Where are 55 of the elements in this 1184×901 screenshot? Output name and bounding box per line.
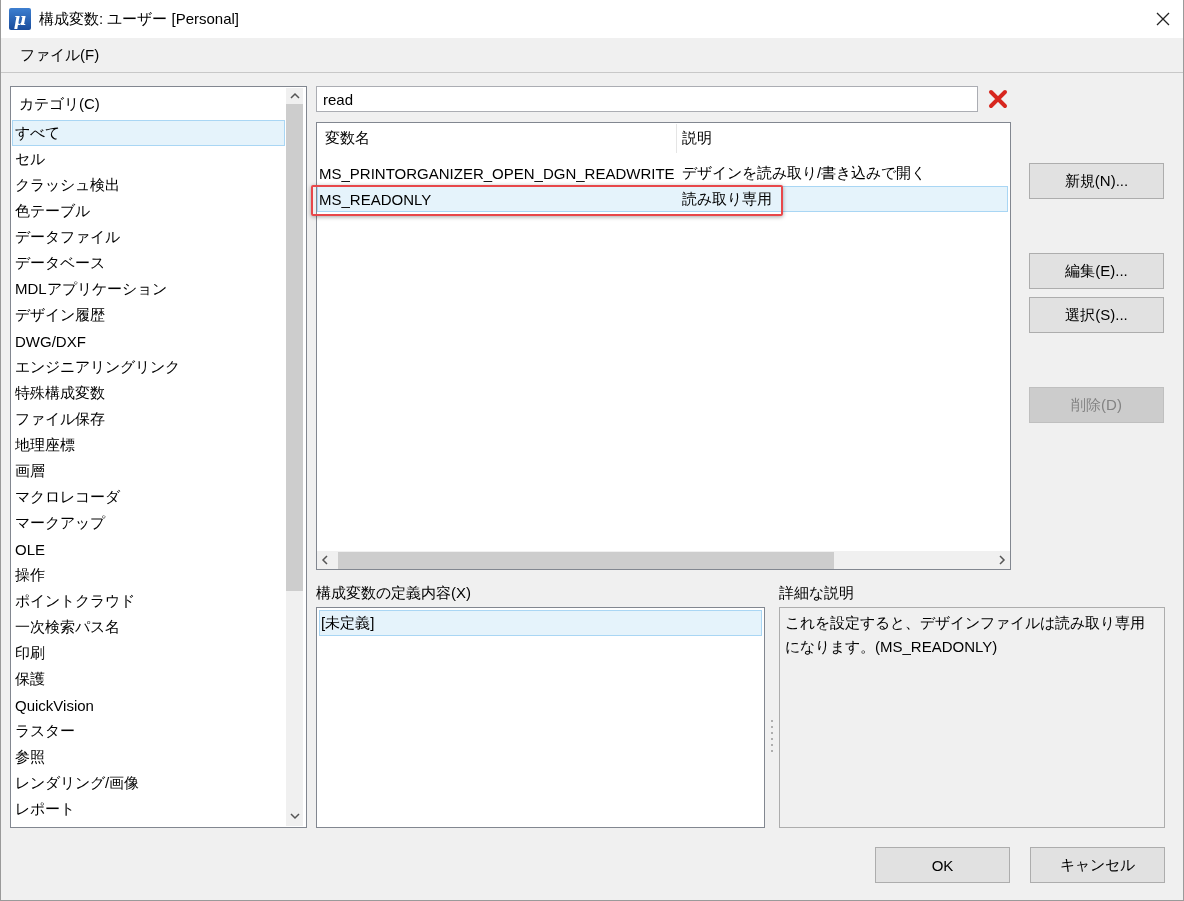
category-item[interactable]: 操作 [12,562,285,588]
category-item[interactable]: MDLアプリケーション [12,276,285,302]
category-item[interactable]: ファイル保存 [12,406,285,432]
table-cell-text: デザインを読み取り/書き込みで開く [681,163,927,183]
category-item[interactable]: 参照 [12,744,285,770]
scrollbar-thumb[interactable] [286,104,303,591]
category-item[interactable]: 特殊構成変数 [12,380,285,406]
horizontal-scrollbar[interactable] [317,551,1010,569]
category-item[interactable]: ポイントクラウド [12,588,285,614]
category-item[interactable]: QuickVision [12,692,285,718]
category-item[interactable]: 地理座標 [12,432,285,458]
category-item[interactable]: すべて [12,120,285,146]
category-item[interactable]: セル [12,146,285,172]
category-item[interactable]: データベース [12,250,285,276]
side-button[interactable]: 編集(E)... [1029,253,1164,289]
category-item[interactable]: クラッシュ検出 [12,172,285,198]
table-row[interactable]: MS_PRINTORGANIZER_OPEN_DGN_READWRITE デザインを読み取り/書き込みで開く [317,160,1008,186]
window-title: 構成変数: ユーザー [Personal] [39,9,240,29]
table-cell-text: 読み取り専用 [681,189,772,209]
panel-label: 構成変数の定義内容(X) [316,584,472,603]
category-item[interactable]: データファイル [12,224,285,250]
search-field[interactable]: read [316,86,978,112]
dialog-button[interactable]: キャンセル [1030,847,1165,883]
category-item[interactable]: マークアップ [12,510,285,536]
category-item[interactable]: ラスター [12,718,285,744]
splitter-grip-icon [770,719,774,753]
description-text: これを設定すると、デザインファイルは読み取り専用になります。(MS_READONLY) [779,607,1165,828]
category-item[interactable]: 保護 [12,666,285,692]
scrollbar-thumb[interactable] [338,551,834,569]
category-item[interactable]: DWG/DXF [12,328,285,354]
category-item[interactable]: 印刷 [12,640,285,666]
menu-item[interactable]: ファイル(F) [11,45,109,65]
category-item[interactable]: OLE [12,536,285,562]
category-item[interactable]: デザイン履歴 [12,302,285,328]
category-item[interactable]: 画層 [12,458,285,484]
panel-label: 詳細な説明 [779,584,855,603]
table-cell-text: MS_READONLY [318,190,433,208]
side-button[interactable]: 選択(S)... [1029,297,1164,333]
dialog-button[interactable]: OK [875,847,1010,883]
column-header[interactable]: 変数名 [317,124,677,153]
vertical-scrollbar[interactable] [286,88,303,826]
clear-search-icon[interactable] [988,89,1008,109]
table-cell-text: MS_PRINTORGANIZER_OPEN_DGN_READWRITE [318,164,676,182]
category-item[interactable]: マクロレコーダ [12,484,285,510]
column-header[interactable]: 説明 [677,124,712,153]
app-logo-icon: μ [9,8,31,30]
definition-item[interactable]: [未定義] [319,610,762,636]
close-icon[interactable] [1155,11,1171,27]
category-item[interactable]: レンダリング/画像 [12,770,285,796]
category-item[interactable]: エンジニアリングリンク [12,354,285,380]
side-button[interactable]: 新規(N)... [1029,163,1164,199]
category-item[interactable]: 一次検索パス名 [12,614,285,640]
list-header: カテゴリ(C) [18,93,101,114]
category-item[interactable]: 色テーブル [12,198,285,224]
category-item[interactable]: レポート [12,796,285,822]
